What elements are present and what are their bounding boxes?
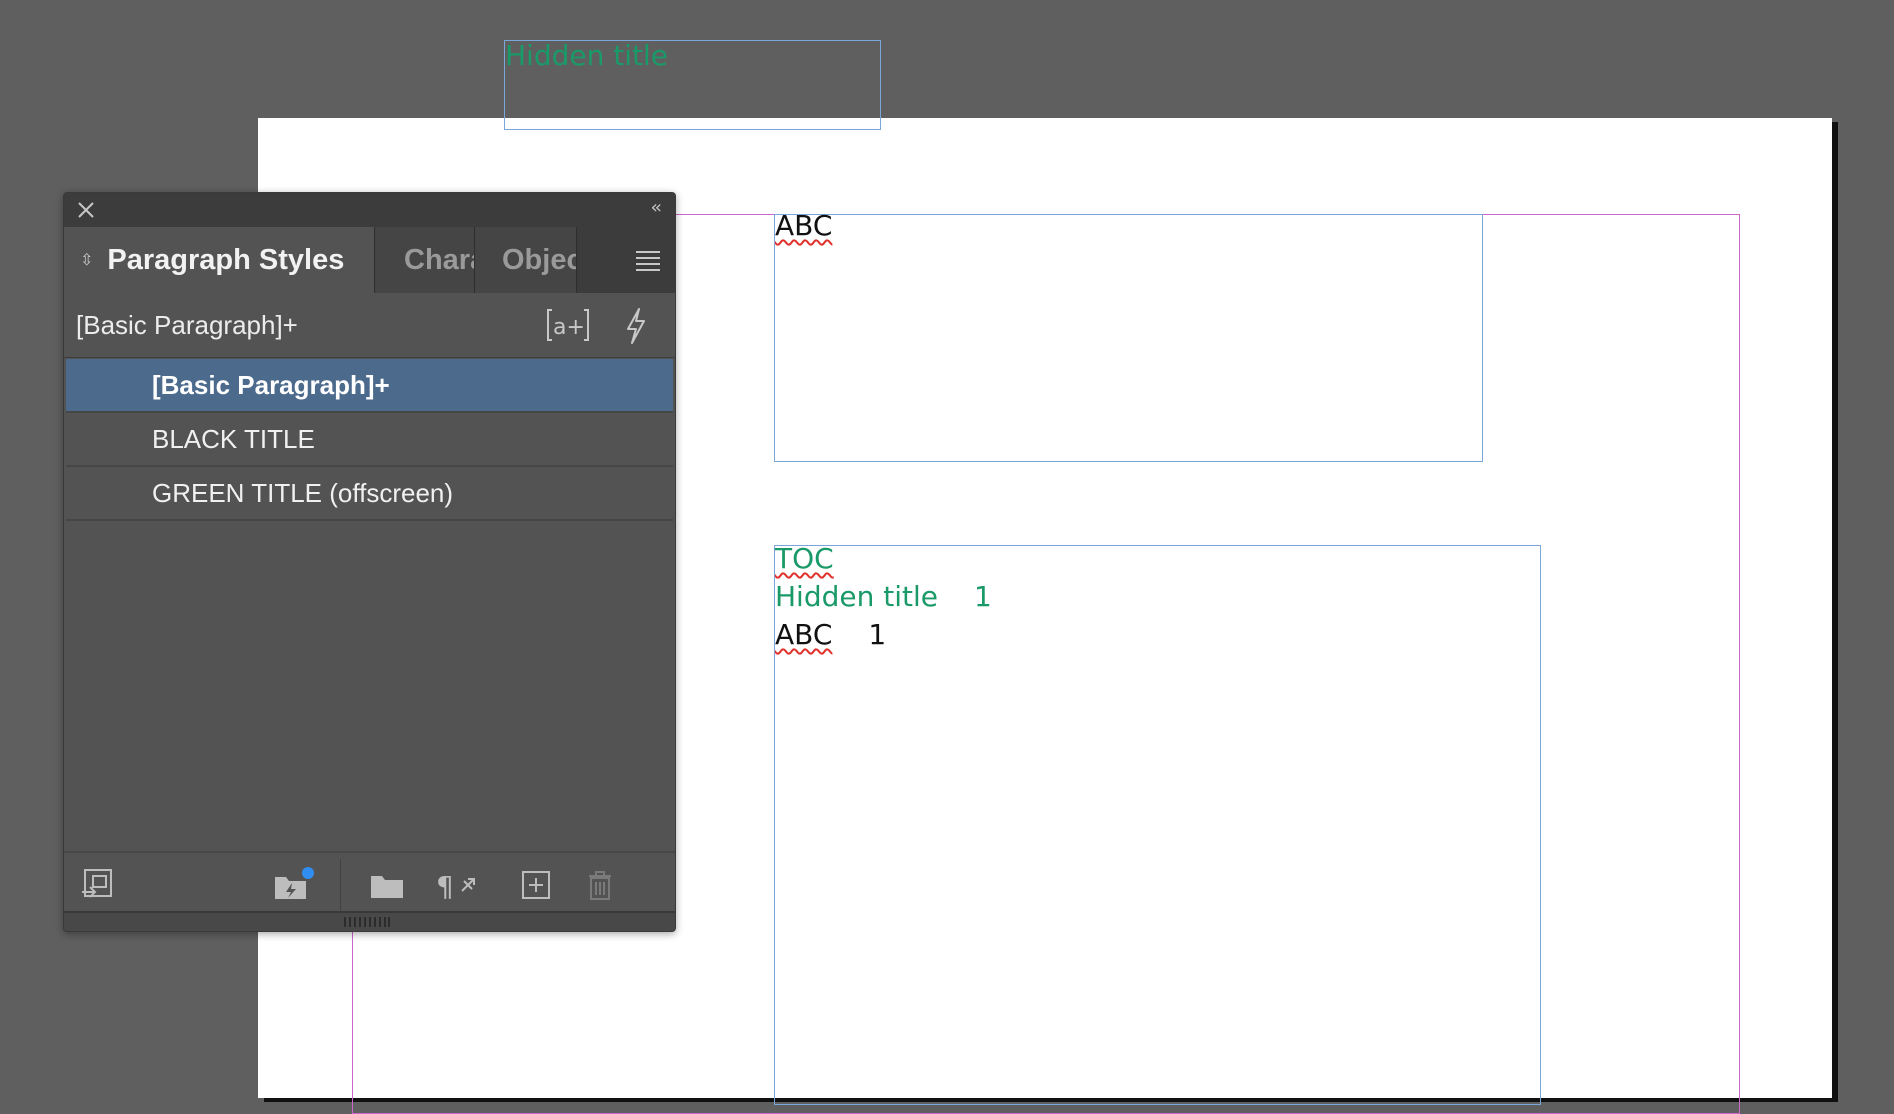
- list-item[interactable]: [Basic Paragraph]+: [66, 359, 673, 413]
- lightning-icon[interactable]: [622, 307, 650, 345]
- panel-menu-icon[interactable]: [635, 249, 661, 271]
- close-icon[interactable]: [76, 200, 96, 220]
- hidden-title-frame[interactable]: Hidden title: [504, 37, 881, 130]
- tab-label: Object Styles: [502, 243, 576, 276]
- tab-paragraph-styles[interactable]: ⇳ Paragraph Styles: [64, 227, 375, 293]
- style-label: BLACK TITLE: [152, 423, 315, 454]
- grip-icon: [344, 917, 390, 927]
- toc-heading[interactable]: TOC: [775, 540, 834, 578]
- style-label: [Basic Paragraph]+: [152, 369, 390, 400]
- clear-overrides-icon[interactable]: ¶: [436, 867, 480, 903]
- toc-entry[interactable]: ABC 1: [775, 616, 886, 654]
- footer-divider: [340, 859, 341, 911]
- panel-resize-grip[interactable]: [64, 911, 675, 931]
- abc-text[interactable]: ABC: [775, 207, 832, 245]
- library-style-icon[interactable]: [272, 867, 316, 903]
- list-item[interactable]: BLACK TITLE: [66, 413, 673, 467]
- tab-object-styles[interactable]: Object Styles: [475, 227, 577, 293]
- collapse-panel-icon[interactable]: ‹‹: [651, 197, 663, 218]
- hidden-title-text[interactable]: Hidden title: [505, 37, 668, 75]
- load-styles-icon[interactable]: [80, 867, 116, 903]
- toc-text-frame[interactable]: TOC Hidden title 1 ABC 1: [774, 542, 1541, 1105]
- tab-label: Paragraph Styles: [107, 243, 345, 276]
- tab-character-styles[interactable]: Character Styles: [375, 227, 475, 293]
- toc-entry-page: 1: [974, 580, 992, 613]
- toc-entry-page: 1: [868, 618, 887, 651]
- new-style-icon[interactable]: [518, 867, 554, 903]
- toc-entry-title: ABC: [775, 618, 833, 651]
- style-list: [Basic Paragraph]+ BLACK TITLE GREEN TIT…: [66, 359, 673, 521]
- new-style-from-selection-icon[interactable]: a+: [546, 307, 590, 343]
- panel-footer: ¶: [64, 851, 675, 917]
- abc-text-frame[interactable]: ABC: [774, 209, 1483, 462]
- svg-text:¶: ¶: [436, 870, 454, 903]
- panel-tab-bar: ⇳ Paragraph Styles Character Styles Obje…: [64, 227, 675, 293]
- paragraph-styles-panel: ‹‹ ⇳ Paragraph Styles Character Styles O…: [63, 192, 676, 932]
- current-style-label: [Basic Paragraph]+: [76, 309, 298, 340]
- toc-entry[interactable]: Hidden title 1: [775, 578, 992, 616]
- list-item[interactable]: GREEN TITLE (offscreen): [66, 467, 673, 521]
- trash-icon[interactable]: [582, 867, 618, 903]
- toc-entry-title: Hidden title: [775, 580, 938, 613]
- reorder-updown-icon: ⇳: [80, 252, 94, 269]
- svg-text:a+: a+: [553, 315, 585, 340]
- style-label: GREEN TITLE (offscreen): [152, 477, 454, 508]
- folder-icon[interactable]: [369, 867, 405, 903]
- tab-label: Character Styles: [404, 243, 474, 276]
- current-style-row: [Basic Paragraph]+ a+: [64, 293, 675, 358]
- panel-titlebar[interactable]: ‹‹: [64, 193, 675, 227]
